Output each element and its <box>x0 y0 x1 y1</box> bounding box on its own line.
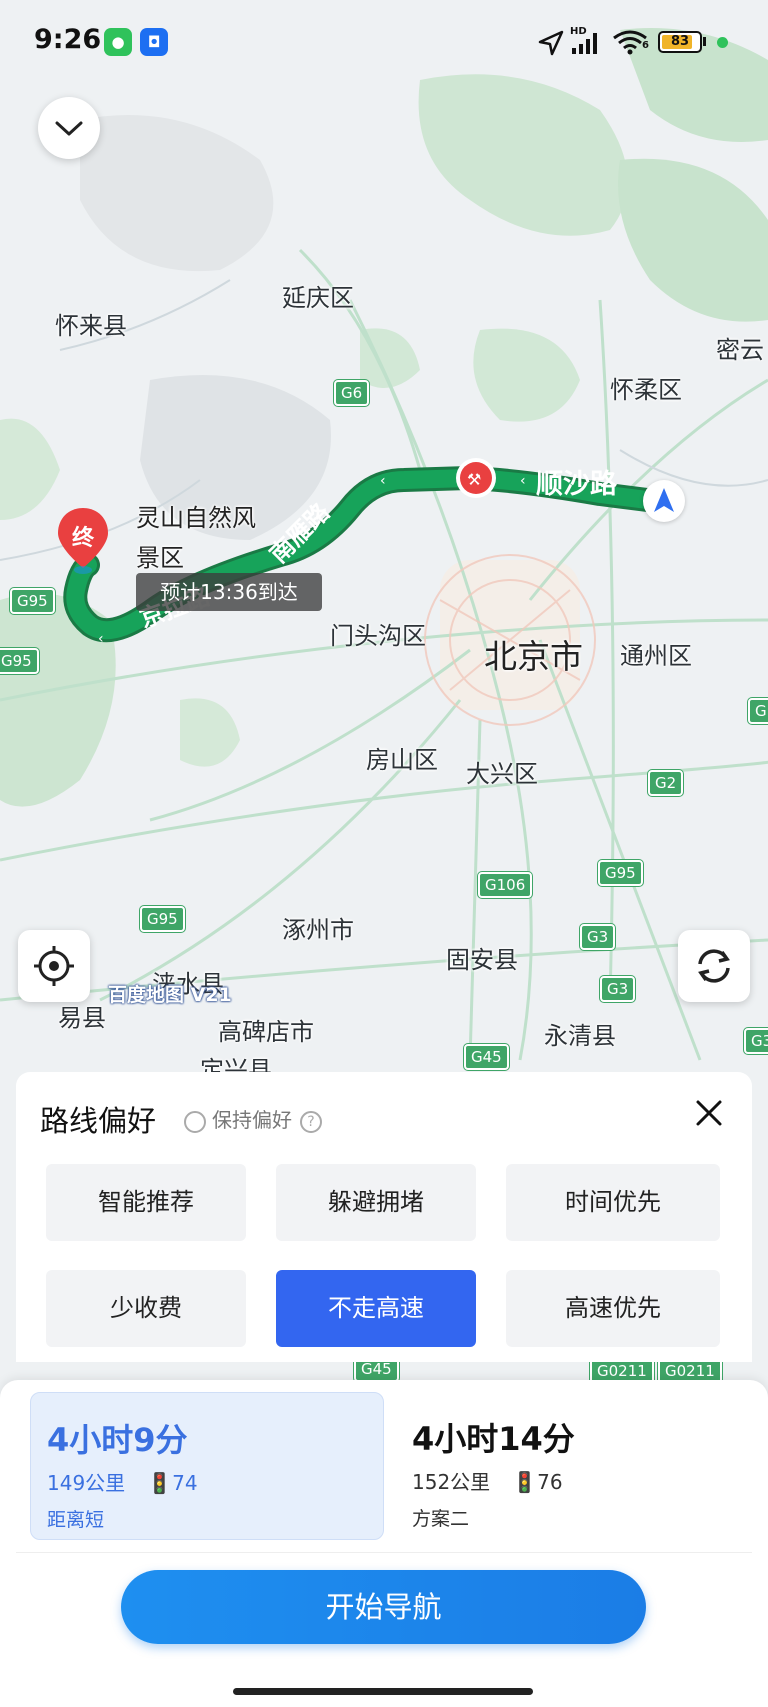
keep-preference-toggle[interactable]: 保持偏好? <box>184 1104 322 1133</box>
preference-title: 路线偏好 <box>40 1104 157 1138</box>
route-card-1[interactable]: 4小时9分 149公里 🚦74 距离短 <box>30 1392 384 1540</box>
traffic-light-icon: 🚦 <box>512 1470 538 1494</box>
place-huailai: 怀来县 <box>55 312 127 340</box>
route-tag: 距离短 <box>47 1509 105 1531</box>
place-gaobeidian: 高碑店市 <box>218 1018 314 1046</box>
route-meta: 152公里 🚦76 <box>412 1466 563 1495</box>
place-zhuozhou: 涿州市 <box>282 916 354 944</box>
destination-name-line2: 景区 <box>136 544 184 572</box>
current-location-arrow-icon <box>643 480 685 522</box>
place-miyun: 密云 <box>716 336 764 364</box>
shield-g3: G3 <box>580 924 616 950</box>
status-time: 9:26 <box>34 24 102 55</box>
option-avoid-congestion[interactable]: 躲避拥堵 <box>276 1164 476 1241</box>
keep-preference-label: 保持偏好 <box>212 1108 292 1132</box>
route-duration: 4小时9分 <box>47 1421 188 1459</box>
battery-level: 83 <box>670 34 690 49</box>
shield-g2: G2 <box>648 770 684 796</box>
place-fangshan: 房山区 <box>366 746 438 774</box>
destination-marker-label: 终 <box>71 526 94 551</box>
shield-g3: G3 <box>600 976 636 1002</box>
traffic-light-count: 76 <box>537 1470 563 1494</box>
help-icon[interactable]: ? <box>300 1110 322 1133</box>
keep-preference-radio[interactable] <box>184 1110 206 1133</box>
divider <box>16 1552 752 1553</box>
locate-me-button[interactable] <box>18 930 90 1002</box>
refresh-route-button[interactable] <box>678 930 750 1002</box>
route-summary-panel: 4小时9分 149公里 🚦74 距离短 4小时14分 152公里 🚦76 方案二 开… <box>0 1380 768 1707</box>
shield-g95: G95 <box>140 906 185 932</box>
wechat-icon: ● <box>104 28 132 56</box>
place-huairou: 怀柔区 <box>610 376 682 404</box>
place-mentougou: 门头沟区 <box>330 622 426 650</box>
option-highway-priority[interactable]: 高速优先 <box>506 1270 720 1347</box>
place-guan: 固安县 <box>446 946 518 974</box>
option-time-priority[interactable]: 时间优先 <box>506 1164 720 1241</box>
battery-cap <box>703 37 706 46</box>
home-indicator[interactable] <box>233 1688 533 1695</box>
close-icon[interactable] <box>692 1096 726 1130</box>
route-distance: 152公里 <box>412 1470 491 1494</box>
svg-text:‹: ‹ <box>520 473 526 489</box>
shield-g95: G95 <box>0 648 39 674</box>
location-arrow-icon <box>538 30 564 56</box>
status-bar: 9:26 ● ◘ HD 6 83 <box>0 0 768 90</box>
shield-g95: G95 <box>10 588 55 614</box>
place-beijing: 北京市 <box>484 637 583 676</box>
crosshair-icon <box>34 946 74 986</box>
eta-label: 预计13:36到达 <box>136 573 322 611</box>
svg-text:⚒: ⚒ <box>467 470 481 489</box>
route-duration: 4小时14分 <box>412 1420 575 1458</box>
privacy-dot <box>717 37 728 48</box>
place-yixian: 易县 <box>58 1004 106 1032</box>
baidu-map-watermark: 百度地图 V21 <box>108 984 232 1006</box>
option-smart-recommend[interactable]: 智能推荐 <box>46 1164 246 1241</box>
route-preference-panel: 路线偏好 保持偏好? 智能推荐 躲避拥堵 时间优先 少收费 不走高速 高速优先 <box>16 1072 752 1362</box>
route-tag: 方案二 <box>412 1508 470 1530</box>
shield-g106: G106 <box>478 872 533 898</box>
refresh-icon <box>698 949 730 983</box>
traffic-light-icon: 🚦 <box>147 1471 173 1495</box>
svg-text:‹: ‹ <box>380 473 386 489</box>
place-tongzhou: 通州区 <box>620 642 692 670</box>
collapse-button[interactable] <box>38 97 100 159</box>
shield-g1: G1 <box>748 698 768 724</box>
option-no-highway[interactable]: 不走高速 <box>276 1270 476 1347</box>
shield-g45: G45 <box>464 1044 509 1070</box>
option-less-toll[interactable]: 少收费 <box>46 1270 246 1347</box>
destination-marker[interactable]: 终 <box>56 506 110 576</box>
chevron-down-icon <box>55 121 83 136</box>
place-daxing: 大兴区 <box>466 760 538 788</box>
battery-icon: 83 <box>658 31 702 53</box>
traffic-light-count: 74 <box>172 1471 198 1495</box>
svg-text:‹: ‹ <box>98 631 104 647</box>
route-label-shunsha: 顺沙路 <box>536 469 617 500</box>
place-yanqing: 延庆区 <box>282 284 354 312</box>
shield-g3: G3 <box>744 1028 768 1054</box>
destination-name-line1: 灵山自然风 <box>136 504 256 532</box>
start-navigation-button[interactable]: 开始导航 <box>121 1570 646 1644</box>
place-yongqing: 永清县 <box>544 1022 616 1050</box>
route-meta: 149公里 🚦74 <box>47 1467 198 1496</box>
route-card-2[interactable]: 4小时14分 152公里 🚦76 方案二 <box>396 1392 736 1538</box>
wifi-6-tag: 6 <box>642 40 649 51</box>
cellular-signal-icon <box>572 33 597 54</box>
shield-g6: G6 <box>334 380 370 406</box>
app-notification-icon: ◘ <box>140 28 168 56</box>
shield-g95: G95 <box>598 860 643 886</box>
route-distance: 149公里 <box>47 1471 126 1495</box>
